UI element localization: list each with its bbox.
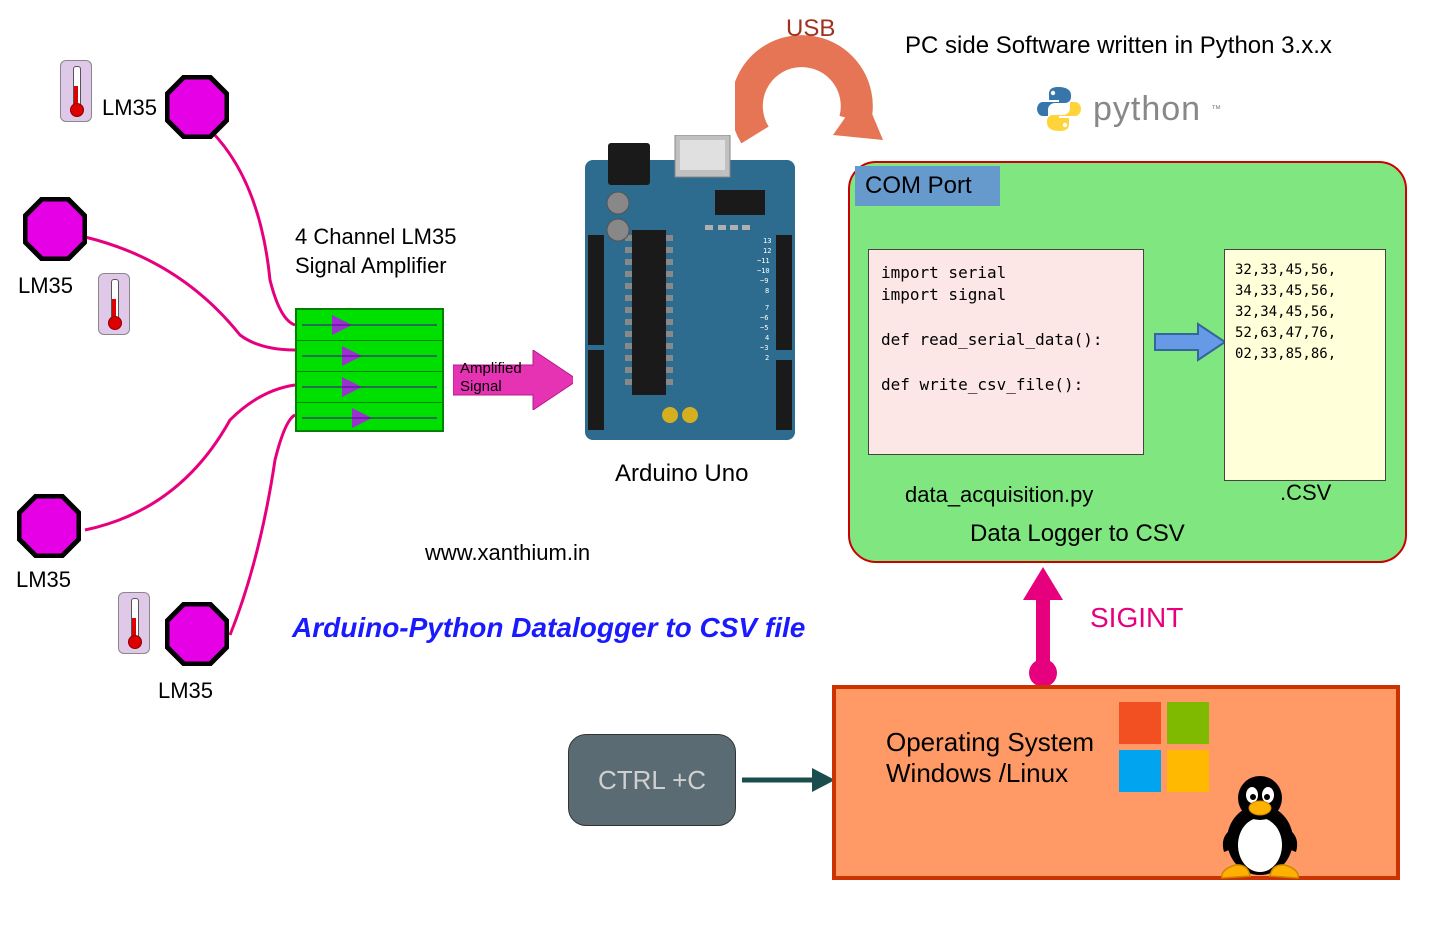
website-url: www.xanthium.in xyxy=(425,540,590,566)
sensor-octagon xyxy=(23,197,87,261)
python-logo: python™ xyxy=(1035,85,1221,133)
thermometer-icon xyxy=(98,273,128,333)
os-box: Operating System Windows /Linux xyxy=(832,685,1400,880)
svg-text:12: 12 xyxy=(763,247,771,255)
sensor1-label: LM35 xyxy=(102,95,157,121)
sigint-arrow xyxy=(1018,565,1068,695)
svg-text:~9: ~9 xyxy=(760,277,768,285)
pc-side-label: PC side Software written in Python 3.x.x xyxy=(905,32,1332,60)
python-text: python xyxy=(1093,90,1201,129)
windows-logo-icon xyxy=(1119,702,1214,802)
arduino-label: Arduino Uno xyxy=(615,460,748,488)
svg-text:~6: ~6 xyxy=(760,314,768,322)
sensor-octagon xyxy=(17,494,81,558)
sensor-octagon xyxy=(165,75,229,139)
datalogger-label: Data Logger to CSV xyxy=(970,520,1185,548)
amplified-signal-label: Amplified Signal xyxy=(460,360,522,396)
com-port-label: COM Port xyxy=(855,166,1000,206)
svg-text:~5: ~5 xyxy=(760,324,768,332)
svg-text:~11: ~11 xyxy=(757,257,770,265)
sigint-label: SIGINT xyxy=(1090,602,1183,634)
svg-text:13: 13 xyxy=(763,237,771,245)
signal-amplifier xyxy=(295,308,444,432)
sensor2-label: LM35 xyxy=(18,273,73,299)
amplifier-label: 4 Channel LM35 Signal Amplifier xyxy=(295,223,456,280)
python-code: import serial import signal def read_ser… xyxy=(868,249,1144,455)
sensor4-label: LM35 xyxy=(158,678,213,704)
svg-text:~3: ~3 xyxy=(760,344,768,352)
csv-label: .CSV xyxy=(1280,480,1331,506)
svg-text:8: 8 xyxy=(765,287,769,295)
thermometer-icon xyxy=(118,592,148,652)
script-name-label: data_acquisition.py xyxy=(905,482,1093,508)
arrow-icon xyxy=(740,760,840,800)
svg-text:2: 2 xyxy=(765,354,769,362)
csv-output: 32,33,45,56, 34,33,45,56, 32,34,45,56, 5… xyxy=(1224,249,1386,481)
usb-label: USB xyxy=(786,15,835,43)
diagram-title: Arduino-Python Datalogger to CSV file xyxy=(292,612,805,644)
arrow-icon xyxy=(1153,322,1228,362)
linux-tux-icon xyxy=(1210,770,1310,885)
sensor-octagon xyxy=(165,602,229,666)
svg-text:4: 4 xyxy=(765,334,769,342)
thermometer-icon xyxy=(60,60,90,120)
ctrl-c-box: CTRL +C xyxy=(568,734,736,826)
arduino-uno: 13 12 ~11 ~10 ~9 8 7 ~6 ~5 4 ~3 2 xyxy=(570,135,810,445)
svg-text:7: 7 xyxy=(765,304,769,312)
svg-text:~10: ~10 xyxy=(757,267,770,275)
sensor3-label: LM35 xyxy=(16,567,71,593)
